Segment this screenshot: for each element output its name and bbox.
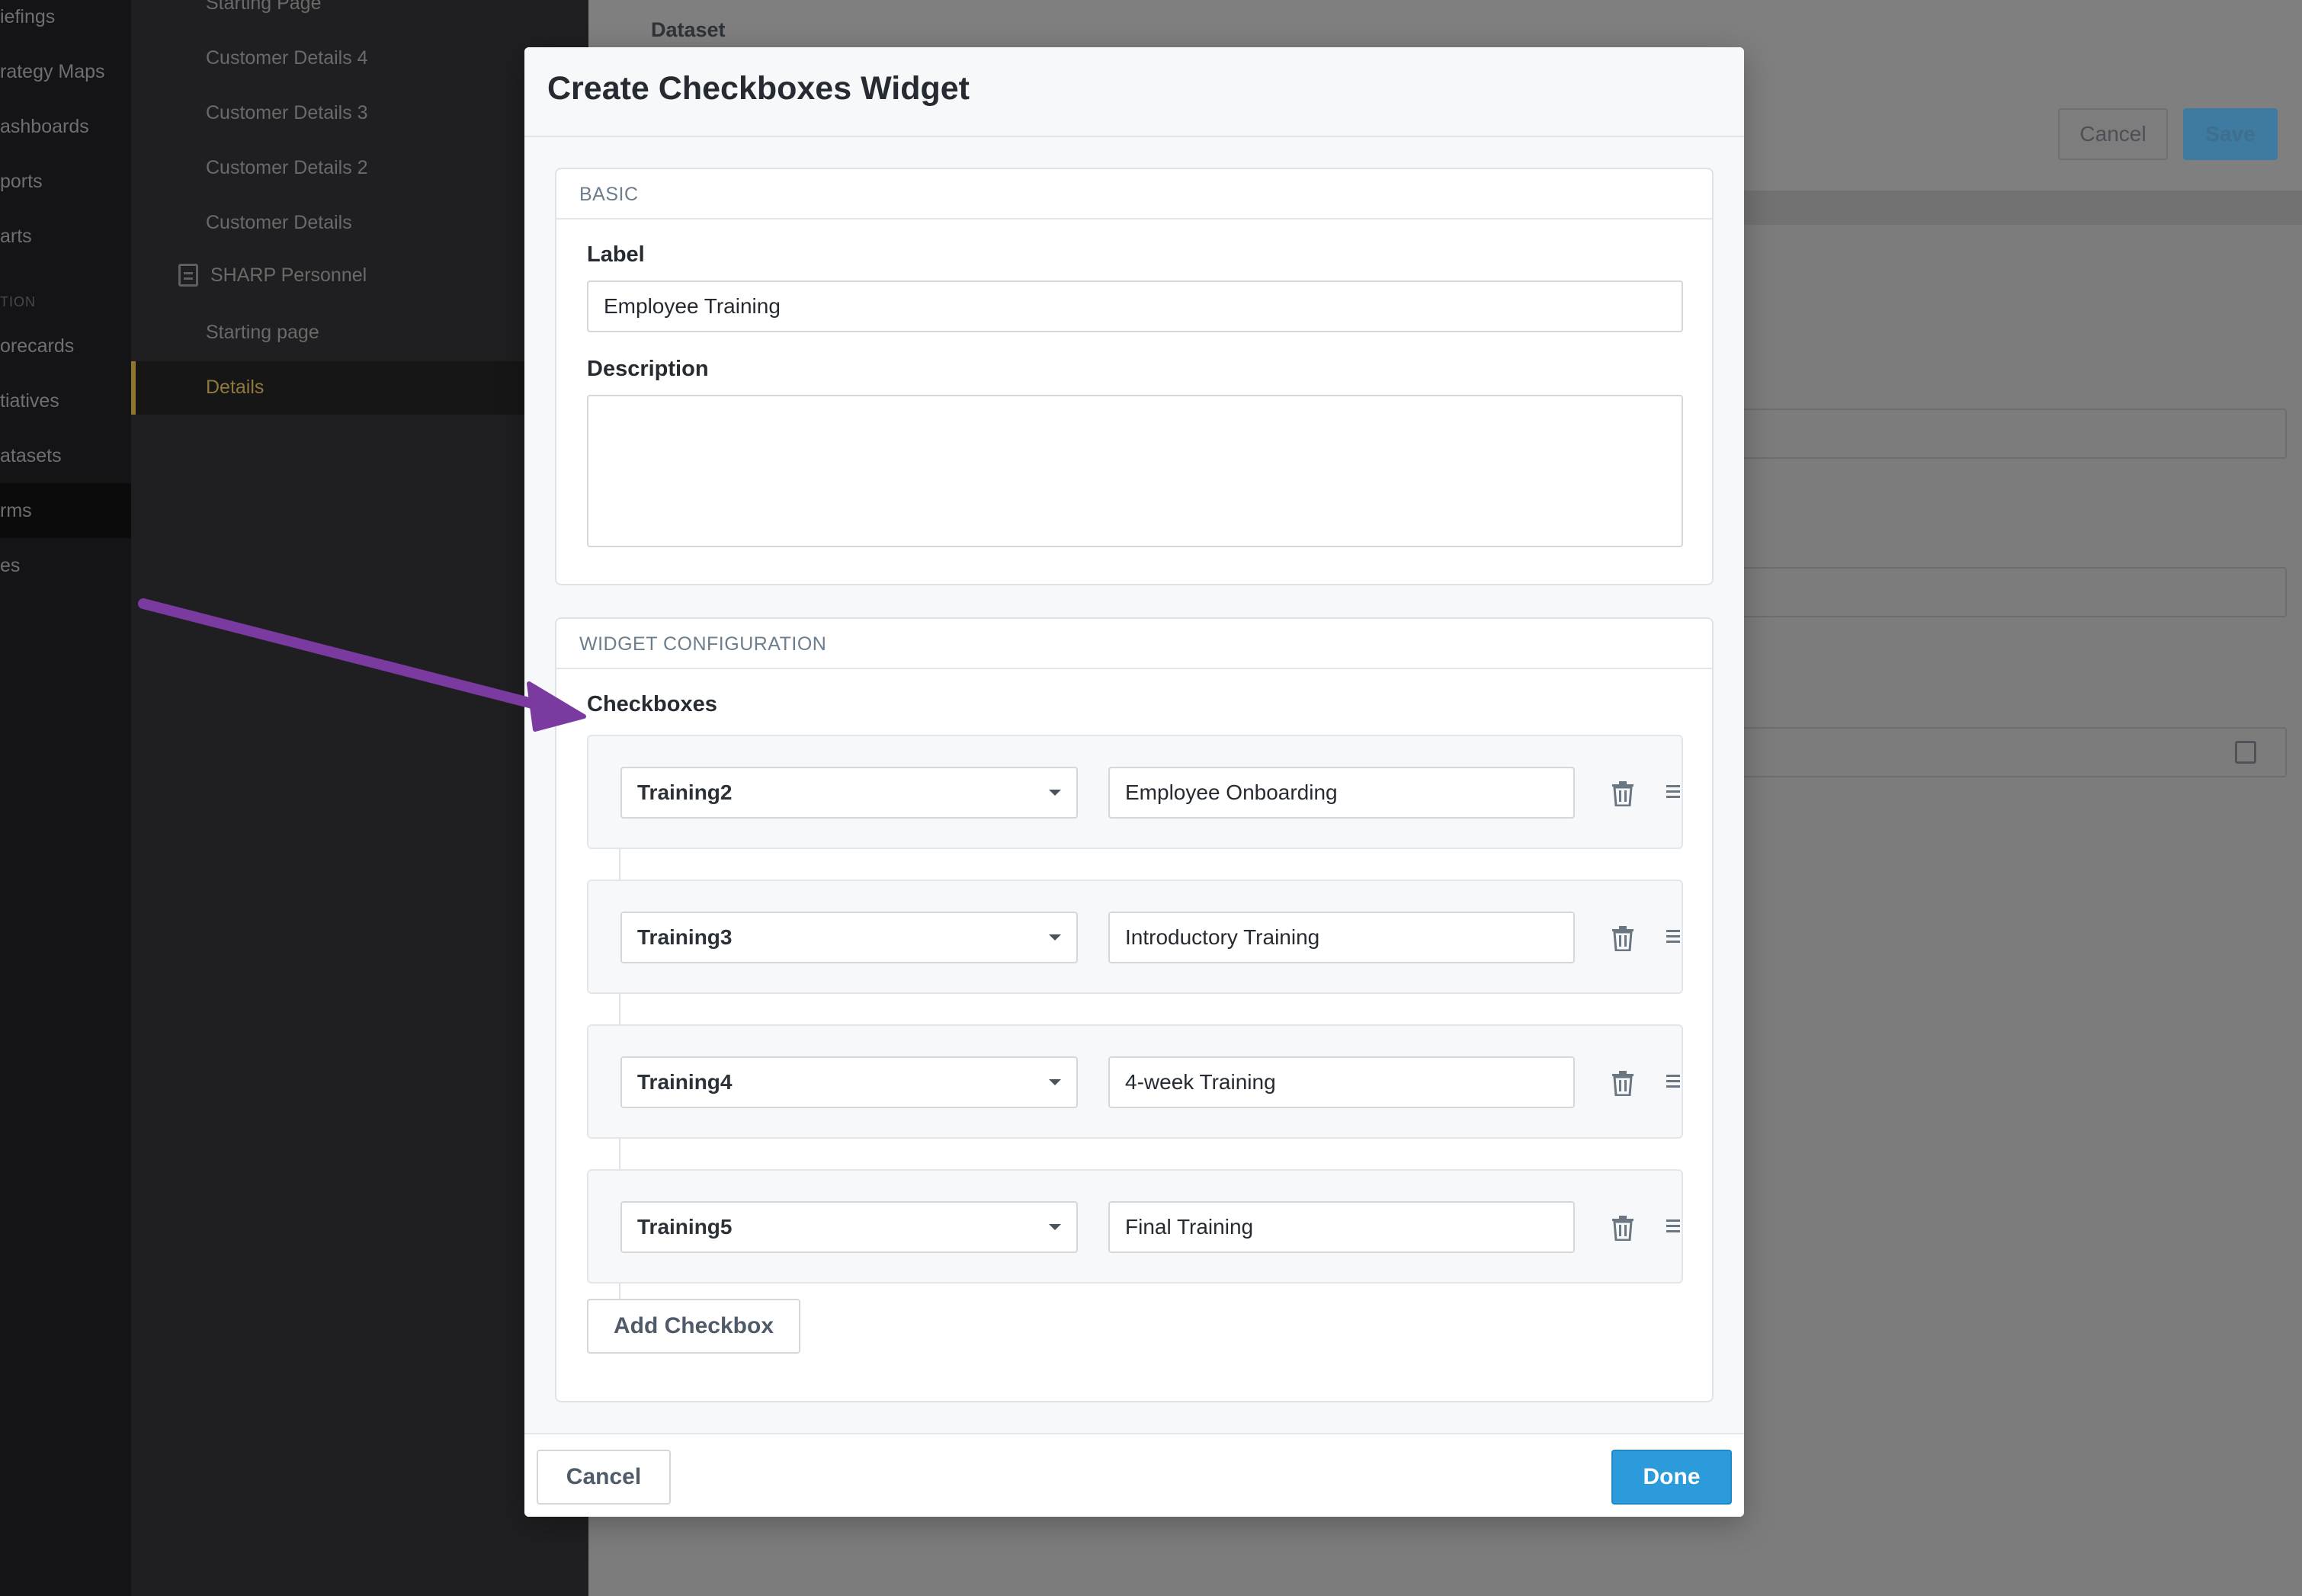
left-nav: iefings rategy Maps ashboards ports arts… [0, 0, 131, 1596]
sub-nav-item-details[interactable]: Details [206, 377, 264, 399]
done-button[interactable]: Done [1611, 1450, 1732, 1505]
sub-nav-item[interactable]: Customer Details [206, 212, 352, 234]
select-value: Training5 [637, 1215, 733, 1239]
checkbox-field-select[interactable]: Training3 [620, 912, 1078, 963]
description-textarea[interactable] [587, 395, 1683, 547]
sub-nav-item[interactable]: Starting page [206, 322, 319, 344]
basic-panel: BASIC Label Employee Training Descriptio… [555, 168, 1714, 585]
checkbox-field-select[interactable]: Training5 [620, 1201, 1078, 1253]
background-field[interactable] [1739, 409, 2287, 459]
label-field-label: Label [587, 242, 645, 267]
background-field[interactable] [1739, 567, 2287, 617]
trash-icon[interactable] [1611, 1070, 1634, 1096]
add-checkbox-button[interactable]: Add Checkbox [587, 1299, 800, 1354]
create-checkboxes-widget-modal: Create Checkboxes Widget BASIC Label Emp… [524, 47, 1744, 1517]
nav-item-dashboards[interactable]: ashboards [0, 99, 131, 154]
nav-item-briefings[interactable]: iefings [0, 0, 131, 44]
checkbox-label-input[interactable]: 4-week Training [1108, 1056, 1575, 1108]
checkbox-field-select[interactable]: Training2 [620, 767, 1078, 819]
caret-down-icon [1049, 790, 1061, 796]
cancel-button[interactable]: Cancel [537, 1450, 671, 1505]
nav-item-initiatives[interactable]: tiatives [0, 373, 131, 428]
select-value: Training4 [637, 1070, 733, 1094]
row-connector [619, 1139, 620, 1171]
checkbox-label-input[interactable]: Final Training [1108, 1201, 1575, 1253]
background-save-button[interactable]: Save [2183, 108, 2278, 160]
select-value: Training3 [637, 925, 733, 949]
sub-nav-item[interactable]: Customer Details 4 [206, 47, 368, 69]
sub-nav-item[interactable]: Customer Details 2 [206, 157, 368, 179]
form-doc-icon [178, 264, 198, 287]
checkbox-row: Training3 Introductory Training [587, 880, 1683, 994]
background-date-field[interactable] [1739, 727, 2287, 777]
widget-configuration-heading: WIDGET CONFIGURATION [556, 619, 1712, 669]
checkbox-label-input[interactable]: Introductory Training [1108, 912, 1575, 963]
checkbox-row: Training5 Final Training [587, 1169, 1683, 1284]
sub-nav-item-label: SHARP Personnel [210, 264, 367, 286]
checkbox-field-select[interactable]: Training4 [620, 1056, 1078, 1108]
sub-nav-item-sharp-personnel[interactable]: SHARP Personnel [178, 264, 367, 287]
row-connector [619, 994, 620, 1026]
modal-footer: Cancel Done [524, 1433, 1744, 1517]
background-cancel-button[interactable]: Cancel [2058, 108, 2168, 160]
row-connector [619, 849, 620, 881]
nav-section-heading: TION [0, 294, 36, 309]
drag-handle-icon[interactable] [1666, 1073, 1680, 1090]
nav-item-other[interactable]: es [0, 538, 131, 593]
nav-item-strategy-maps[interactable]: rategy Maps [0, 44, 131, 99]
drag-handle-icon[interactable] [1666, 928, 1680, 945]
widget-configuration-panel: WIDGET CONFIGURATION Checkboxes Training… [555, 617, 1714, 1402]
trash-icon[interactable] [1611, 925, 1634, 951]
trash-icon[interactable] [1611, 780, 1634, 806]
checkboxes-field-label: Checkboxes [587, 692, 717, 716]
select-value: Training2 [637, 780, 733, 804]
modal-body: BASIC Label Employee Training Descriptio… [524, 137, 1744, 1433]
sub-nav-item[interactable]: Starting Page [206, 0, 322, 14]
checkbox-label-input[interactable]: Employee Onboarding [1108, 767, 1575, 819]
description-field-label: Description [587, 357, 709, 381]
drag-handle-icon[interactable] [1666, 1218, 1680, 1235]
sub-nav-item[interactable]: Customer Details 3 [206, 102, 368, 124]
caret-down-icon [1049, 1079, 1061, 1085]
nav-item-scorecards[interactable]: orecards [0, 319, 131, 373]
checkbox-row: Training4 4-week Training [587, 1024, 1683, 1139]
basic-heading: BASIC [556, 169, 1712, 220]
calendar-icon[interactable] [2235, 741, 2256, 764]
nav-item-charts[interactable]: arts [0, 209, 131, 264]
caret-down-icon [1049, 934, 1061, 941]
modal-title: Create Checkboxes Widget [547, 70, 970, 107]
nav-item-reports[interactable]: ports [0, 154, 131, 209]
forms-sub-nav: Starting Page Customer Details 4 Custome… [131, 0, 588, 1596]
nav-item-forms[interactable]: rms [0, 483, 131, 538]
active-row-highlight [131, 361, 588, 415]
dataset-label: Dataset [651, 18, 726, 41]
modal-header: Create Checkboxes Widget [524, 47, 1744, 137]
trash-icon[interactable] [1611, 1215, 1634, 1241]
caret-down-icon [1049, 1224, 1061, 1230]
label-input[interactable]: Employee Training [587, 280, 1683, 332]
nav-item-datasets[interactable]: atasets [0, 428, 131, 483]
checkbox-row: Training2 Employee Onboarding [587, 735, 1683, 849]
drag-handle-icon[interactable] [1666, 784, 1680, 800]
